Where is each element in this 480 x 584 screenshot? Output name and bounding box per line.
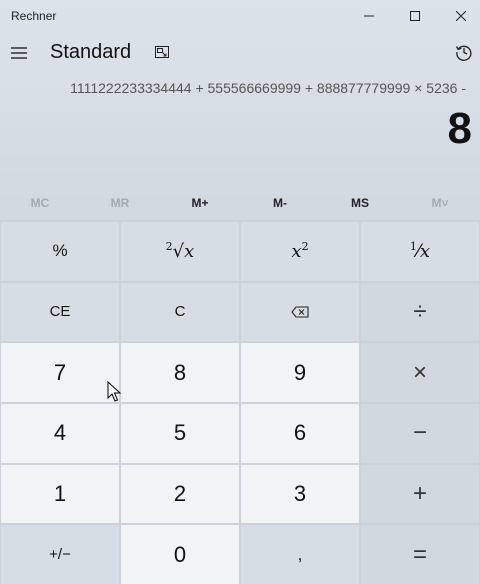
minimize-button[interactable] — [346, 0, 392, 32]
divide-label: ÷ — [413, 297, 427, 325]
backspace-button[interactable] — [241, 282, 359, 342]
close-button[interactable] — [438, 0, 480, 32]
decimal-label: , — [297, 544, 303, 564]
percent-label: % — [52, 241, 68, 261]
digit-0-label: 0 — [173, 541, 187, 567]
equals-label: = — [412, 540, 427, 568]
memory-list-button[interactable]: M˅ — [400, 188, 480, 218]
window-title: Rechner — [11, 9, 57, 23]
plus-label: + — [412, 479, 427, 507]
square-button[interactable]: x2 — [241, 222, 359, 281]
memory-clear-button[interactable]: MC — [0, 188, 80, 218]
minus-label: − — [412, 419, 427, 447]
clear-button[interactable]: C — [121, 282, 239, 342]
digit-3-label: 3 — [293, 480, 307, 506]
clear-label: C — [174, 303, 186, 321]
maximize-button[interactable] — [392, 0, 438, 32]
digit-2-button[interactable]: 2 — [121, 464, 239, 524]
clear-entry-button[interactable]: CE — [1, 282, 119, 342]
divide-button[interactable]: ÷ — [361, 282, 479, 342]
digit-9-button[interactable]: 9 — [241, 343, 359, 402]
multiply-button[interactable]: × — [361, 343, 479, 402]
multiply-label: × — [412, 358, 427, 386]
negate-label: +/− — [49, 546, 71, 564]
navigation-menu-button[interactable] — [4, 34, 34, 72]
percent-button[interactable]: % — [1, 222, 119, 281]
memory-subtract-button[interactable]: M- — [240, 188, 320, 218]
mouse-cursor-icon — [107, 381, 121, 402]
calculator-header: Standard — [0, 32, 480, 74]
history-icon — [455, 45, 472, 61]
minus-button[interactable]: − — [361, 404, 479, 463]
digit-7-button[interactable]: 7 — [1, 343, 119, 402]
keep-on-top-button[interactable] — [151, 40, 173, 64]
digit-8-label: 8 — [173, 359, 187, 385]
digit-2-label: 2 — [173, 480, 187, 506]
memory-add-button[interactable]: M+ — [160, 188, 240, 218]
digit-1-label: 1 — [53, 480, 67, 506]
memory-row: MC MR M+ M- MS M˅ — [0, 188, 480, 218]
digit-7-label: 7 — [53, 359, 67, 385]
clear-entry-label: CE — [49, 303, 71, 321]
history-button[interactable] — [452, 40, 476, 64]
backspace-icon — [291, 306, 309, 318]
title-bar: Rechner — [0, 0, 480, 32]
digit-9-label: 9 — [293, 359, 307, 385]
square-label: x2 — [291, 240, 309, 263]
digit-1-button[interactable]: 1 — [1, 464, 119, 524]
decimal-button[interactable]: , — [241, 525, 359, 584]
square-root-button[interactable]: 2√x — [121, 222, 239, 281]
plus-button[interactable]: + — [361, 464, 479, 524]
digit-8-button[interactable]: 8 — [121, 343, 239, 402]
digit-5-button[interactable]: 5 — [121, 404, 239, 463]
minimize-icon — [364, 15, 374, 17]
reciprocal-button[interactable]: 1⁄x — [361, 222, 479, 281]
digit-3-button[interactable]: 3 — [241, 464, 359, 524]
result-display: 8 — [447, 104, 472, 153]
hamburger-icon — [11, 47, 27, 59]
negate-button[interactable]: +/− — [1, 525, 119, 584]
close-icon — [456, 11, 466, 21]
keep-on-top-icon — [155, 46, 169, 58]
square-root-label: 2√x — [165, 240, 195, 263]
digit-5-label: 5 — [173, 420, 187, 446]
memory-recall-button[interactable]: MR — [80, 188, 160, 218]
digit-4-button[interactable]: 4 — [1, 404, 119, 463]
keypad: % 2√x x2 1⁄x CE C ÷ 7 8 9 × 4 5 6 − 1 2 … — [0, 220, 480, 584]
memory-store-button[interactable]: MS — [320, 188, 400, 218]
expression-display: 1111222233334444 + 555566669999 + 888877… — [70, 80, 466, 96]
mode-title: Standard — [50, 41, 132, 63]
digit-6-label: 6 — [293, 420, 307, 446]
equals-button[interactable]: = — [361, 525, 479, 584]
digit-6-button[interactable]: 6 — [241, 404, 359, 463]
reciprocal-label: 1⁄x — [409, 240, 431, 263]
digit-4-label: 4 — [53, 420, 67, 446]
digit-0-button[interactable]: 0 — [121, 525, 239, 584]
maximize-icon — [410, 11, 420, 21]
